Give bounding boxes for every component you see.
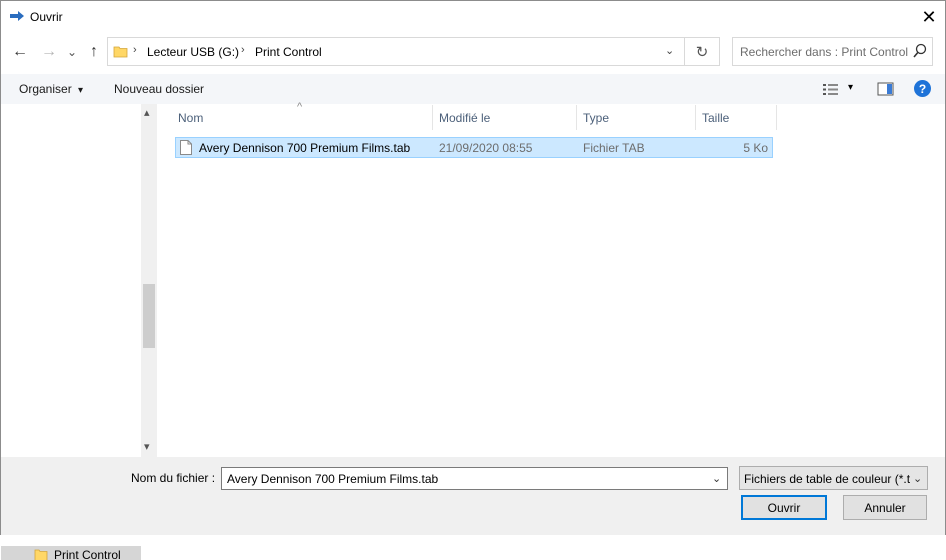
up-button[interactable]: ↑ <box>83 41 105 63</box>
organize-label: Organiser <box>19 82 72 96</box>
file-size: 5 Ko <box>743 141 768 155</box>
change-view-button[interactable]: ▾ <box>821 82 861 98</box>
breadcrumb-separator: › <box>133 44 137 56</box>
dropdown-arrow-icon: ▾ <box>78 85 84 96</box>
title-bar: Ouvrir ✕ <box>1 1 945 32</box>
column-header-name[interactable]: Nom ^ <box>172 101 433 130</box>
new-folder-button[interactable]: Nouveau dossier <box>114 82 204 96</box>
file-type: Fichier TAB <box>583 141 645 155</box>
breadcrumb-usb-drive[interactable]: Lecteur USB (G:) <box>147 45 239 59</box>
dropdown-arrow-icon: ▾ <box>848 82 854 93</box>
close-button[interactable]: ✕ <box>913 3 945 31</box>
column-type-label: Type <box>583 111 610 125</box>
breadcrumb-print-control[interactable]: Print Control <box>255 45 322 59</box>
scroll-down-icon[interactable]: ▾ <box>144 440 150 453</box>
refresh-button[interactable]: ↻ <box>685 37 720 66</box>
command-toolbar: Organiser ▾ Nouveau dossier ▾ ? <box>1 74 945 104</box>
forward-arrow-icon: → <box>41 43 57 60</box>
file-name: Avery Dennison 700 Premium Films.tab <box>199 141 411 155</box>
window-title: Ouvrir <box>30 10 63 24</box>
close-icon: ✕ <box>921 6 937 27</box>
details-view-icon <box>823 84 838 95</box>
column-size-label: Taille <box>702 111 730 125</box>
scrollbar-thumb[interactable] <box>143 284 155 348</box>
filename-label: Nom du fichier : <box>131 471 216 485</box>
open-button[interactable]: Ouvrir <box>741 495 827 520</box>
address-dropdown-icon[interactable]: ⌄ <box>665 44 674 57</box>
forward-button[interactable]: → <box>38 41 60 63</box>
sort-ascending-icon: ^ <box>297 101 303 113</box>
open-file-dialog: Ouvrir ✕ ← → ⌄ ↑ › Lecteur USB (G:) › Pr… <box>0 0 946 560</box>
nav-item-print-control[interactable]: Print Control <box>1 546 141 560</box>
file-icon <box>180 140 192 155</box>
organize-menu[interactable]: Organiser ▾ <box>19 82 83 96</box>
filename-field[interactable]: Avery Dennison 700 Premium Films.tab ⌄ <box>221 467 728 490</box>
search-box[interactable]: Rechercher dans : Print Control <box>732 37 933 66</box>
nav-item-label: Print Control <box>54 548 121 560</box>
scroll-up-icon[interactable]: ▴ <box>144 106 150 119</box>
column-header-modified[interactable]: Modifié le <box>433 105 577 130</box>
file-type-filter[interactable]: Fichiers de table de couleur (*.t ⌄ <box>739 466 928 490</box>
cancel-button[interactable]: Annuler <box>843 495 927 520</box>
chevron-down-icon[interactable]: ⌄ <box>712 472 721 485</box>
file-row[interactable]: Avery Dennison 700 Premium Films.tab 21/… <box>175 137 773 158</box>
refresh-icon: ↻ <box>695 43 709 61</box>
column-modified-label: Modifié le <box>439 111 491 125</box>
file-modified: 21/09/2020 08:55 <box>439 141 533 155</box>
back-arrow-icon: ← <box>12 43 28 60</box>
footer-panel: Nom du fichier : Avery Dennison 700 Prem… <box>1 457 945 535</box>
navigation-pane[interactable]: Print Control <box>1 104 141 560</box>
folder-icon <box>113 46 128 58</box>
preview-pane-icon[interactable] <box>877 82 894 96</box>
column-name-label: Nom <box>178 111 204 125</box>
folder-icon <box>34 549 48 560</box>
recent-locations-button[interactable]: ⌄ <box>63 41 81 63</box>
help-icon[interactable]: ? <box>914 80 931 97</box>
navigation-scrollbar[interactable]: ▴ ▾ <box>141 104 157 457</box>
filename-value: Avery Dennison 700 Premium Films.tab <box>227 472 439 486</box>
back-button[interactable]: ← <box>9 41 31 63</box>
chevron-down-icon: ⌄ <box>913 473 923 485</box>
chevron-down-icon: ⌄ <box>66 45 78 59</box>
filter-value: Fichiers de table de couleur (*.t <box>744 472 911 486</box>
open-arrow-icon <box>10 11 24 21</box>
address-bar[interactable]: › Lecteur USB (G:) › Print Control ⌄ <box>107 37 685 66</box>
up-arrow-icon: ↑ <box>90 43 98 60</box>
breadcrumb-separator: › <box>241 44 245 56</box>
search-input[interactable]: Rechercher dans : Print Control <box>740 45 908 59</box>
column-header-type[interactable]: Type <box>577 105 696 130</box>
search-icon <box>913 43 927 58</box>
column-header-size[interactable]: Taille <box>696 105 777 130</box>
